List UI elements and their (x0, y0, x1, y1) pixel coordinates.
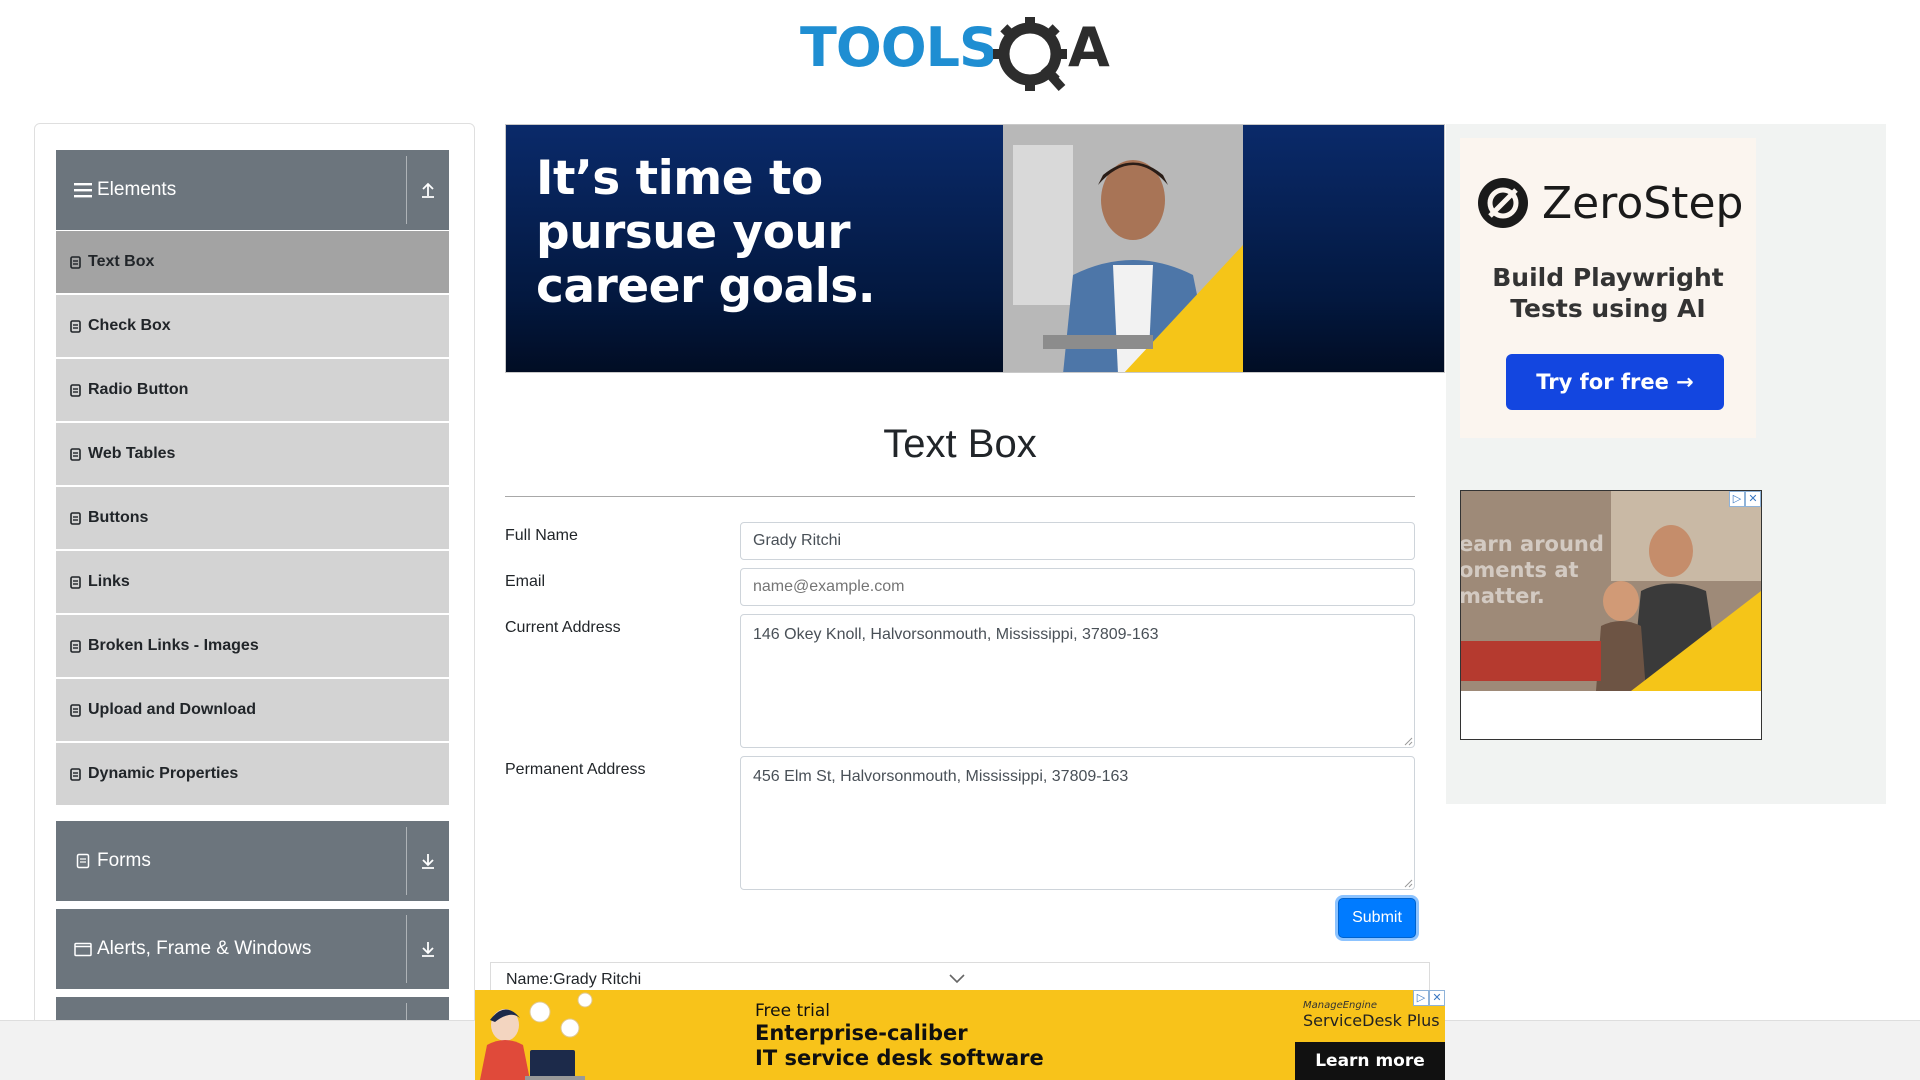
photo-ad-overlay-text: earn around oments at matter. (1460, 532, 1604, 608)
chevron-down-icon[interactable] (948, 972, 966, 984)
menu-item-label: Radio Button (88, 381, 189, 398)
banner-photo (1003, 125, 1243, 372)
output-name: Name:Grady Ritchi (506, 971, 642, 988)
menu-item-label: Web Tables (88, 445, 176, 462)
ad-copy: Free trial Enterprise-caliber IT service… (755, 1001, 1044, 1071)
menu-item-label: Links (88, 573, 130, 590)
menu-item-upload-download[interactable]: Upload and Download (56, 679, 449, 741)
expand-arrow-icon[interactable] (415, 821, 441, 901)
right-ad-column: ZeroStep Build Playwright Tests using AI… (1446, 124, 1886, 804)
list-item-icon (70, 255, 82, 269)
group-forms[interactable]: Forms (56, 821, 449, 901)
page: TOOLS A Elements Text Box Check Box Radi… (0, 0, 1920, 1080)
email-label: Email (505, 573, 546, 590)
menu-item-broken-links[interactable]: Broken Links - Images (56, 615, 449, 677)
resize-grip-icon[interactable] (1403, 878, 1413, 888)
list-item-icon (70, 447, 82, 461)
menu-item-buttons[interactable]: Buttons (56, 487, 449, 549)
ad-brand-name: ServiceDesk Plus (1303, 1011, 1440, 1030)
email-input[interactable]: name@example.com (740, 568, 1415, 606)
full-name-label: Full Name (505, 527, 578, 544)
permanent-address-textarea[interactable]: 456 Elm St, Halvorsonmouth, Mississippi,… (740, 756, 1415, 890)
close-icon[interactable]: ✕ (1745, 491, 1761, 507)
menu-item-links[interactable]: Links (56, 551, 449, 613)
divider (505, 496, 1415, 497)
menu-item-dynamic-properties[interactable]: Dynamic Properties (56, 743, 449, 805)
submit-button[interactable]: Submit (1338, 898, 1416, 938)
career-banner-ad[interactable]: It’s time to pursue your career goals. (505, 124, 1445, 373)
expand-arrow-icon[interactable] (415, 909, 441, 989)
menu-item-label: Dynamic Properties (88, 765, 239, 782)
close-icon[interactable]: ✕ (1429, 990, 1445, 1006)
zerostep-ad[interactable]: ZeroStep Build Playwright Tests using AI… (1460, 138, 1756, 438)
menu-item-label: Broken Links - Images (88, 637, 259, 654)
photo-ad[interactable]: earn around oments at matter. ▷ ✕ (1460, 490, 1762, 740)
servicedesk-ad[interactable]: Free trial Enterprise-caliber IT service… (475, 990, 1445, 1080)
zerostep-brand: ZeroStep (1542, 177, 1744, 229)
logo-graphic: TOOLS A (800, 16, 1110, 92)
ad-small-text: Free trial (755, 1001, 830, 1021)
list-item-icon (70, 575, 82, 589)
resize-grip-icon[interactable] (1403, 736, 1413, 746)
menu-item-label: Check Box (88, 317, 171, 334)
try-for-free-button[interactable]: Try for free → (1506, 354, 1724, 410)
ad-choices-icon[interactable]: ▷ (1729, 491, 1745, 507)
collapse-arrow-icon[interactable] (415, 150, 441, 230)
divider (406, 915, 407, 983)
menu-item-check-box[interactable]: Check Box (56, 295, 449, 357)
svg-text:TOOLS: TOOLS (800, 16, 997, 79)
ad-choices-icon[interactable]: ▷ (1413, 990, 1429, 1006)
list-item-icon (70, 383, 82, 397)
divider (406, 156, 407, 224)
full-name-input[interactable]: Grady Ritchi (740, 522, 1415, 560)
window-icon (73, 942, 93, 957)
page-title: Text Box (883, 422, 1037, 466)
permanent-address-text: 456 Elm St, Halvorsonmouth, Mississippi,… (753, 768, 1129, 785)
menu-item-text-box[interactable]: Text Box (56, 231, 449, 293)
toolsqa-logo[interactable]: TOOLS A (800, 14, 1125, 92)
current-address-text: 146 Okey Knoll, Halvorsonmouth, Mississi… (753, 626, 1159, 643)
zerostep-subtitle: Build Playwright Tests using AI (1492, 263, 1724, 323)
ad-line-1: Enterprise-caliber (755, 1021, 968, 1045)
ad-choices-badge[interactable]: ▷ ✕ (1729, 491, 1761, 507)
divider (406, 827, 407, 895)
learn-more-button[interactable]: Learn more (1295, 1042, 1445, 1080)
list-item-icon (70, 703, 82, 717)
list-item-icon (70, 511, 82, 525)
ad-line-2: IT service desk software (755, 1046, 1044, 1070)
menu-item-web-tables[interactable]: Web Tables (56, 423, 449, 485)
list-item-icon (70, 767, 82, 781)
group-elements[interactable]: Elements (56, 150, 449, 230)
current-address-label: Current Address (505, 619, 621, 636)
group-title: Elements (97, 179, 177, 200)
ad-choices-badge[interactable]: ▷ ✕ (1413, 990, 1445, 1006)
banner-headline: It’s time to pursue your career goals. (536, 151, 876, 314)
menu-item-label: Buttons (88, 509, 149, 526)
group-alerts-frame-windows[interactable]: Alerts, Frame & Windows (56, 909, 449, 989)
menu-item-radio-button[interactable]: Radio Button (56, 359, 449, 421)
hamburger-icon (73, 182, 93, 198)
zerostep-logo-icon (1478, 178, 1528, 228)
permanent-address-label: Permanent Address (505, 761, 646, 778)
left-panel: Elements Text Box Check Box Radio Button… (34, 123, 475, 1080)
list-item-icon (70, 319, 82, 333)
current-address-textarea[interactable]: 146 Okey Knoll, Halvorsonmouth, Mississi… (740, 614, 1415, 748)
group-title: Forms (97, 850, 151, 871)
form-icon (73, 853, 93, 869)
menu-item-label: Upload and Download (88, 701, 256, 718)
svg-text:A: A (1068, 16, 1110, 79)
menu-item-label: Text Box (88, 253, 155, 270)
zerostep-logo: ZeroStep (1476, 176, 1743, 230)
group-title: Alerts, Frame & Windows (97, 938, 312, 959)
list-item-icon (70, 639, 82, 653)
ad-illustration (480, 992, 593, 1080)
